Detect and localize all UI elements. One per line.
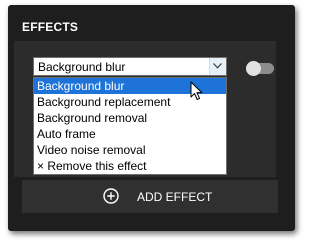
option-auto-frame[interactable]: Auto frame [34, 126, 226, 142]
option-background-removal[interactable]: Background removal [34, 110, 226, 126]
toggle-knob[interactable] [246, 61, 261, 76]
add-effect-label: ADD EFFECT [137, 190, 213, 204]
effect-toggle[interactable] [246, 61, 274, 76]
effect-select-value: Background blur [38, 60, 126, 74]
mouse-pointer-icon [190, 81, 203, 100]
add-effect-button[interactable]: ADD EFFECT [22, 180, 278, 213]
panel-title: EFFECTS [22, 20, 79, 34]
chevron-down-icon [213, 63, 222, 69]
option-remove-effect[interactable]: × Remove this effect [34, 158, 226, 174]
effect-select[interactable]: Background blur [33, 57, 227, 76]
plus-circle-icon [103, 188, 119, 204]
option-video-noise-removal[interactable]: Video noise removal [34, 142, 226, 158]
dropdown-arrow-button[interactable] [209, 58, 226, 75]
